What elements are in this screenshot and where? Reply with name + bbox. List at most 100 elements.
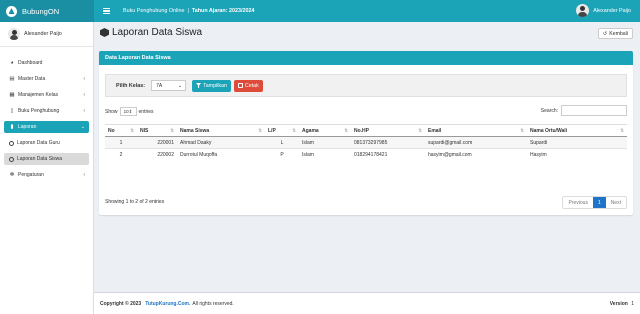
column-header-label: No.HP <box>354 127 369 134</box>
footer-link[interactable]: TutupKurung.Com. <box>145 301 190 307</box>
print-icon <box>237 83 243 88</box>
class-select[interactable]: 7A ⌄ <box>151 80 187 91</box>
column-header[interactable]: L/P ⇅ <box>265 124 299 137</box>
topbar-separator: | <box>187 8 189 14</box>
class-filter: Pilih Kelas: 7A ⌄ Tampilkan Cetak <box>105 74 627 97</box>
pagination-previous[interactable]: Previous <box>563 197 592 208</box>
column-header[interactable]: Agama ⇅ <box>299 124 351 137</box>
user-menu[interactable]: Alexander Paijo <box>576 4 631 17</box>
sort-icon: ⇅ <box>418 127 422 133</box>
entries-select[interactable]: 10 ⇕ <box>119 107 137 116</box>
report-icon: ▮ <box>10 124 14 130</box>
circle-icon <box>9 156 14 162</box>
pagination-next[interactable]: Next <box>606 197 626 208</box>
sidebar-item-manajemen-kelas[interactable]: ▦ Manajemen Kelas ‹ <box>4 89 89 101</box>
sidebar-item-label: Buku Penghubung <box>18 108 60 114</box>
brand-name: BubungON <box>22 6 60 16</box>
column-header-label: Nama Siswa <box>180 127 210 134</box>
table-cell: P <box>265 148 299 161</box>
students-table: No ⇅ NIS ⇅ Nama Siswa ⇅ L/P ⇅ Agama ⇅ No.HP ⇅ … <box>105 124 627 161</box>
sidebar-item-dashboard[interactable]: ◕ Dashboard <box>4 57 89 69</box>
column-header[interactable]: Nama Siswa ⇅ <box>177 124 265 137</box>
print-button[interactable]: Cetak <box>233 79 263 92</box>
footer: Copyright © 2023 TutupKurung.Com. All ri… <box>94 292 640 314</box>
dashboard-icon: ◕ <box>10 60 14 66</box>
table-search: Search: <box>541 105 627 116</box>
show-label: Show <box>105 108 118 115</box>
version-info: Version 1 <box>610 301 634 307</box>
table-cell: Supardi <box>527 136 627 149</box>
sidebar-user-name: Alexander Paijo <box>24 31 62 37</box>
table-cell: Hasyim <box>527 148 627 161</box>
column-header[interactable]: No ⇅ <box>105 124 137 137</box>
sidebar-item-label: Laporan Data Guru <box>17 140 60 146</box>
school-name: Buku Penghubung Online <box>123 8 185 14</box>
column-header[interactable]: NIS ⇅ <box>137 124 177 137</box>
show-button[interactable]: Tampilkan <box>192 79 231 92</box>
sidebar: Alexander Paijo ◕ Dashboard ▤ Master Dat… <box>0 22 94 314</box>
report-box: Data Laporan Data Siswa Pilih Kelas: 7A … <box>99 51 633 215</box>
main-content: Laporan Data Siswa ↺ Kembali Data Lapora… <box>94 22 640 314</box>
show-button-label: Tampilkan <box>203 82 227 89</box>
brand-icon <box>6 5 17 17</box>
column-header-label: No <box>108 127 115 134</box>
page-header: Laporan Data Siswa <box>100 27 202 38</box>
sidebar-item-label: Laporan <box>18 124 37 130</box>
book-icon: ▯ <box>10 108 14 114</box>
chevron-left-icon: ‹ <box>83 108 85 114</box>
back-button-label: Kembali <box>609 30 628 37</box>
chevron-down-icon: ⌄ <box>177 82 183 89</box>
sidebar-item-buku-penghubung[interactable]: ▯ Buku Penghubung ‹ <box>4 105 89 117</box>
academic-year: Tahun Ajaran: 2023/2024 <box>191 8 255 14</box>
user-name: Alexander Paijo <box>593 7 631 14</box>
table-cell: 2 <box>105 148 137 161</box>
table-cell: 081373297985 <box>351 136 425 149</box>
table-cell: 018294178421 <box>351 148 425 161</box>
table-cell: Islam <box>299 148 351 161</box>
sort-icon: ⇅ <box>520 127 524 133</box>
sort-icon: ⇅ <box>170 127 174 133</box>
database-icon: ▤ <box>9 76 15 82</box>
menu-toggle-icon[interactable] <box>103 7 110 15</box>
sidebar-item-pengaturan[interactable]: ✻ Pengaturan ‹ <box>4 169 89 181</box>
column-header-label: Email <box>428 127 442 134</box>
table-row: 2 220002 Durrotul Muqoffa P Islam 018294… <box>105 148 627 161</box>
cube-icon <box>100 28 109 37</box>
table-cell: Durrotul Muqoffa <box>177 148 265 161</box>
table-cell: hasyim@gmail.com <box>425 148 527 161</box>
column-header-label: Agama <box>302 127 319 134</box>
sidebar-item-label: Pengaturan <box>18 172 44 178</box>
column-header-label: L/P <box>268 127 276 134</box>
entries-length: Show 10 ⇕ entries <box>105 107 154 116</box>
search-input[interactable] <box>561 105 627 116</box>
sidebar-item-label: Laporan Data Siswa <box>17 156 63 162</box>
box-title: Data Laporan Data Siswa <box>99 51 633 65</box>
circle-icon <box>9 140 14 146</box>
table-cell: 220002 <box>137 148 177 161</box>
brand-logo[interactable]: BubungON <box>0 0 94 22</box>
sort-icon: ⇅ <box>258 127 262 133</box>
table-cell: Ahmad Daaky <box>177 136 265 149</box>
column-header[interactable]: Nama Ortu/Wali ⇅ <box>527 124 627 137</box>
sort-icon: ⇕ <box>128 108 133 114</box>
table-info: Showing 1 to 2 of 2 entries <box>105 199 165 205</box>
sidebar-item-label: Master Data <box>18 76 46 82</box>
column-header[interactable]: No.HP ⇅ <box>351 124 425 137</box>
chevron-down-icon: ⌄ <box>80 124 85 130</box>
copyright-text: Copyright © 2023 <box>100 300 142 307</box>
sidebar-item-laporan-data-guru[interactable]: Laporan Data Guru <box>4 137 89 149</box>
column-header[interactable]: Email ⇅ <box>425 124 527 137</box>
sort-icon: ⇅ <box>292 127 296 133</box>
sidebar-item-laporan-data-siswa[interactable]: Laporan Data Siswa <box>4 153 89 165</box>
sort-icon: ⇅ <box>344 127 348 133</box>
pagination-page[interactable]: 1 <box>592 197 606 208</box>
sidebar-item-master-data[interactable]: ▤ Master Data ‹ <box>4 73 89 85</box>
back-button[interactable]: ↺ Kembali <box>597 28 633 39</box>
chevron-left-icon: ‹ <box>83 172 85 178</box>
sidebar-user-panel: Alexander Paijo <box>0 22 93 47</box>
column-header-label: NIS <box>140 127 149 134</box>
entries-label: entries <box>138 108 154 115</box>
sidebar-item-laporan[interactable]: ▮ Laporan ⌄ <box>4 121 89 133</box>
table-cell: 220001 <box>137 136 177 149</box>
table-cell: Islam <box>299 136 351 149</box>
